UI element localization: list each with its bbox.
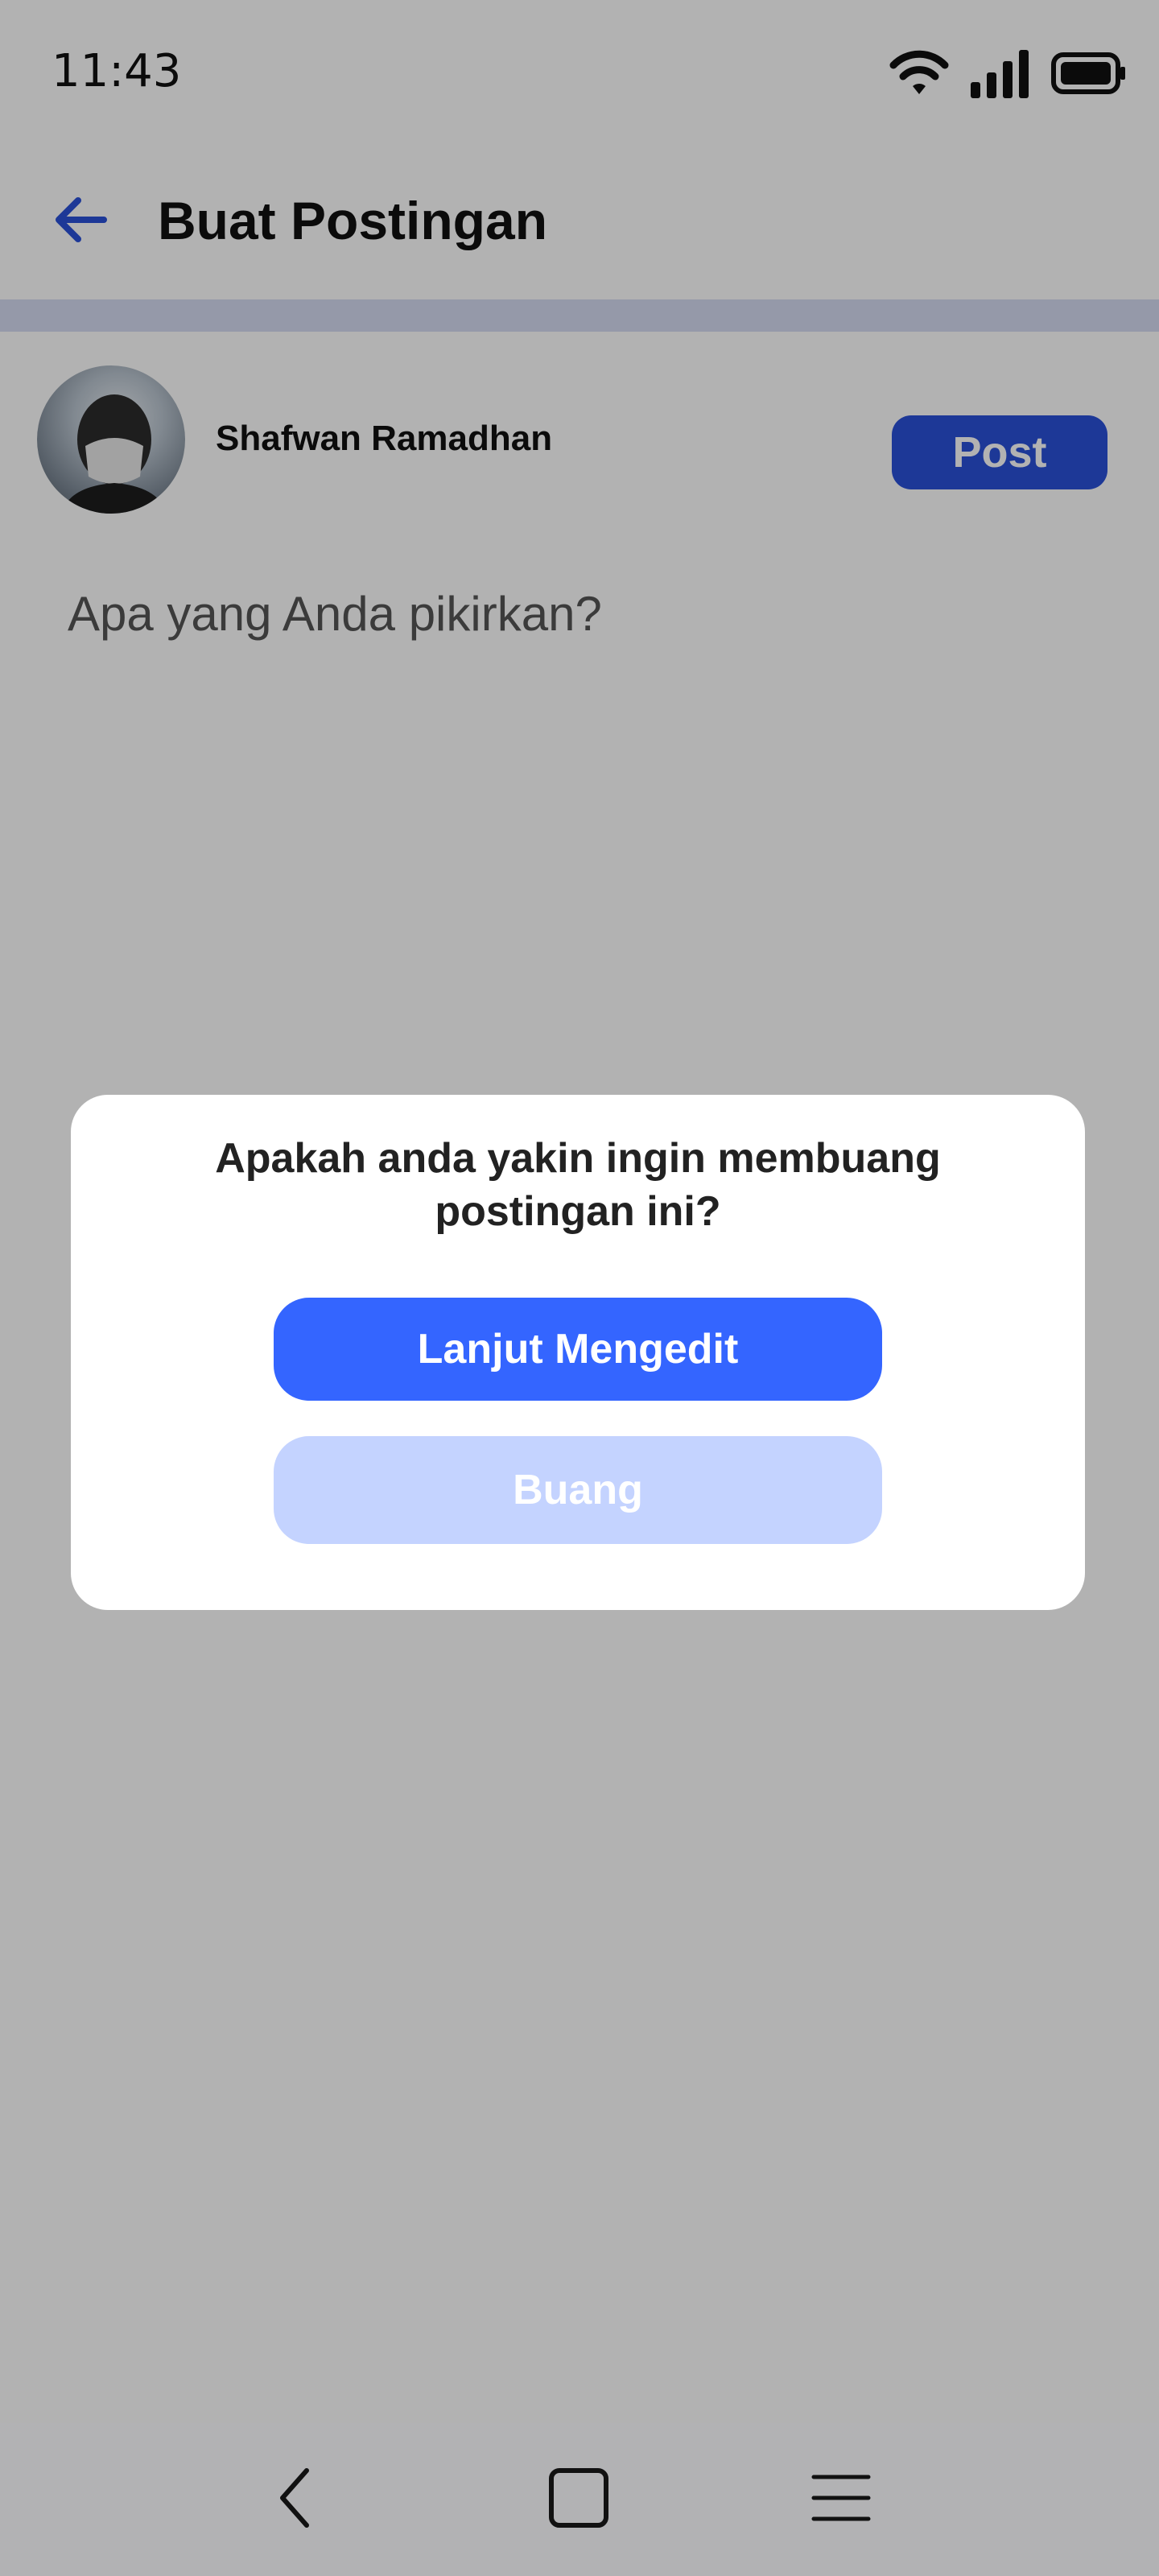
nav-back-icon [271,2466,320,2534]
system-nav-bar [0,2423,1159,2576]
nav-menu-icon [810,2472,872,2528]
discard-post-dialog: Apakah anda yakin ingin membuang posting… [71,1095,1085,1610]
nav-menu-button[interactable] [797,2455,885,2544]
continue-editing-button[interactable]: Lanjut Mengedit [274,1298,882,1401]
nav-back-button[interactable] [251,2455,340,2544]
nav-home-button[interactable] [534,2455,623,2544]
nav-home-icon [548,2467,609,2533]
discard-button[interactable]: Buang [274,1436,882,1544]
dialog-title: Apakah anda yakin ingin membuang posting… [215,1135,941,1235]
